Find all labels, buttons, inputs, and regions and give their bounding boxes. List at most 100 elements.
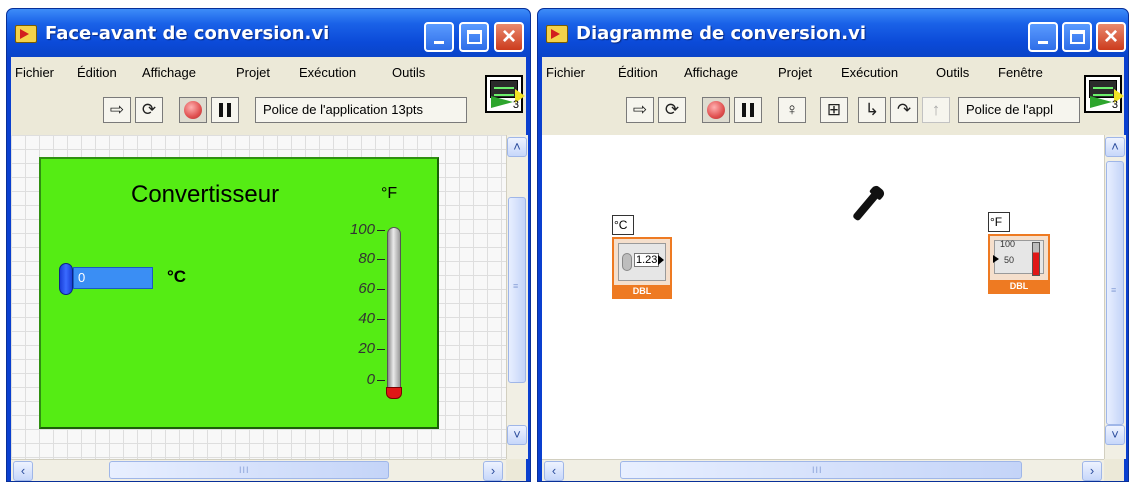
menu-fichier[interactable]: Fichier (546, 65, 585, 80)
block-diagram-title: Diagramme de conversion.vi (576, 23, 866, 44)
front-panel-horizontal-scrollbar[interactable]: ‹ III › (11, 459, 506, 481)
run-button[interactable]: ⇨ (626, 97, 654, 123)
pause-button[interactable] (734, 97, 762, 123)
pause-icon (219, 103, 231, 117)
fahrenheit-type-badge: DBL (990, 280, 1048, 292)
run-arrow-icon: ⇨ (109, 100, 125, 119)
scroll-up-button[interactable]: ˄ (1105, 137, 1125, 157)
menu-affichage[interactable]: Affichage (684, 65, 738, 80)
pause-button[interactable] (211, 97, 239, 123)
vi-connector-icon[interactable]: 3 (485, 75, 525, 113)
celsius-terminal-label: °C (612, 215, 634, 235)
numeric-increment-icon (622, 253, 632, 271)
scroll-right-button[interactable]: › (483, 461, 503, 481)
run-continuously-button[interactable]: ⟳ (658, 97, 686, 123)
minimize-icon (1038, 41, 1048, 44)
scroll-left-button[interactable]: ‹ (544, 461, 564, 481)
run-button[interactable]: ⇨ (103, 97, 131, 123)
menu-edition[interactable]: Édition (77, 65, 117, 80)
minimize-icon (434, 41, 444, 44)
front-panel-title: Face-avant de conversion.vi (45, 23, 330, 44)
celsius-type-badge: DBL (614, 285, 670, 297)
block-diagram-horizontal-scrollbar[interactable]: ‹ III › (542, 459, 1104, 481)
celsius-control-terminal[interactable]: 1.23 DBL (612, 237, 672, 299)
scroll-down-button[interactable]: ˅ (1105, 425, 1125, 445)
step-out-button[interactable]: ↑ (922, 97, 950, 123)
maximize-button[interactable] (1062, 22, 1092, 52)
lightbulb-icon: ♀ (785, 100, 799, 119)
scroll-right-button[interactable]: › (1082, 461, 1102, 481)
vi-arrow-icon (1090, 96, 1112, 108)
menu-fichier[interactable]: Fichier (15, 65, 54, 80)
scroll-left-button[interactable]: ‹ (13, 461, 33, 481)
menu-execution[interactable]: Exécution (299, 65, 356, 80)
front-panel-vertical-scrollbar[interactable]: ˄ ≡ ˅ (506, 135, 528, 459)
menu-execution[interactable]: Exécution (841, 65, 898, 80)
panel-title: Convertisseur (131, 181, 280, 208)
close-button[interactable]: × (494, 22, 524, 52)
input-arrow-icon (993, 255, 999, 263)
block-diagram-window: Diagramme de conversion.vi × Fichier Édi… (537, 8, 1129, 482)
minimize-button[interactable] (424, 22, 454, 52)
maximize-button[interactable] (459, 22, 489, 52)
menu-outils[interactable]: Outils (936, 65, 969, 80)
minimize-button[interactable] (1028, 22, 1058, 52)
step-into-icon: ↳ (864, 100, 880, 119)
celsius-terminal-value: 1.23 (634, 253, 660, 267)
retain-wire-values-button[interactable]: ⊞ (820, 97, 848, 123)
scale-tick (377, 380, 385, 381)
step-over-button[interactable]: ↷ (890, 97, 918, 123)
close-icon: × (501, 23, 516, 50)
highlight-execution-button[interactable]: ♀ (778, 97, 806, 123)
fahrenheit-unit: °F (381, 185, 398, 202)
fahrenheit-top-tick: 100 (1000, 239, 1016, 249)
menu-outils[interactable]: Outils (392, 65, 425, 80)
stop-icon (707, 101, 725, 119)
run-continuously-button[interactable]: ⟳ (135, 97, 163, 123)
abort-button[interactable] (702, 97, 730, 123)
celsius-input[interactable]: 0 (73, 267, 153, 289)
scale-label-80: 80 (358, 250, 375, 267)
font-selector[interactable]: Police de l'appl (958, 97, 1080, 123)
thermometer-bulb (386, 387, 402, 399)
close-button[interactable]: × (1096, 22, 1126, 52)
output-arrow-icon (658, 255, 664, 265)
vi-connector-icon[interactable]: 3 (1084, 75, 1124, 113)
vi-icon-number: 3 (1111, 99, 1118, 111)
block-diagram-vertical-scrollbar[interactable]: ˄ ≡ ˅ (1104, 135, 1126, 459)
run-continuously-icon: ⟳ (141, 100, 157, 119)
horizontal-scroll-grip: III (812, 465, 823, 475)
increment-knob[interactable] (59, 263, 73, 295)
scroll-up-button[interactable]: ˄ (507, 137, 527, 157)
scale-tick (377, 230, 385, 231)
menu-projet[interactable]: Projet (236, 65, 270, 80)
abort-button[interactable] (179, 97, 207, 123)
menu-affichage[interactable]: Affichage (142, 65, 196, 80)
vertical-scroll-grip: ≡ (1111, 285, 1118, 295)
labview-app-icon (546, 25, 568, 43)
close-icon: × (1103, 23, 1118, 50)
maximize-icon (467, 30, 482, 44)
pause-icon (742, 103, 754, 117)
step-out-icon: ↑ (931, 100, 941, 119)
labview-app-icon (15, 25, 37, 43)
step-into-button[interactable]: ↳ (858, 97, 886, 123)
menu-projet[interactable]: Projet (778, 65, 812, 80)
celsius-unit: °C (167, 267, 187, 286)
block-diagram-titlebar[interactable]: Diagramme de conversion.vi × (538, 9, 1128, 57)
font-selector[interactable]: Police de l'application 13pts (255, 97, 467, 123)
vertical-scroll-grip: ≡ (513, 281, 520, 291)
menu-edition[interactable]: Édition (618, 65, 658, 80)
probe-icon: ⊞ (826, 100, 842, 119)
maximize-icon (1070, 30, 1085, 44)
front-panel-titlebar[interactable]: Face-avant de conversion.vi × (7, 9, 530, 57)
fahrenheit-indicator-terminal[interactable]: 100 50 DBL (988, 234, 1050, 294)
mini-thermometer-icon (1032, 242, 1040, 276)
scale-label-20: 20 (358, 340, 375, 357)
scale-label-60: 60 (358, 280, 375, 297)
run-continuously-icon: ⟳ (664, 100, 680, 119)
run-arrow-icon: ⇨ (632, 100, 648, 119)
menu-fenetre[interactable]: Fenêtre (998, 65, 1043, 80)
front-panel-window: Face-avant de conversion.vi × Fichier Éd… (6, 8, 531, 482)
scroll-down-button[interactable]: ˅ (507, 425, 527, 445)
